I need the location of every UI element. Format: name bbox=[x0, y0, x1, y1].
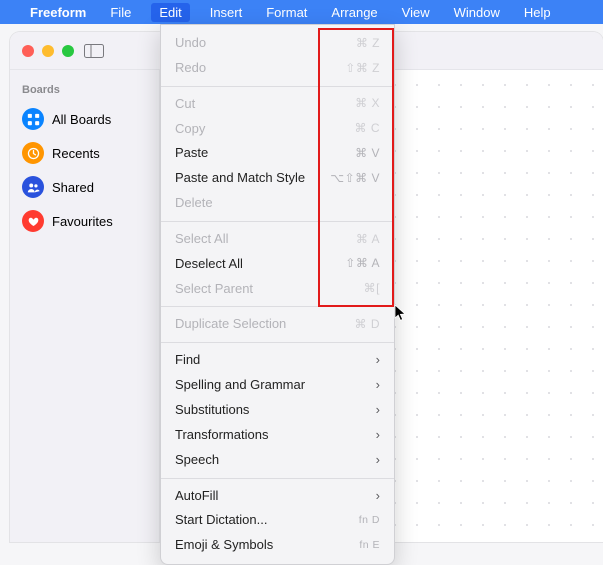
menu-item-paste[interactable]: Paste ⌘ V bbox=[161, 141, 394, 166]
chevron-right-icon: › bbox=[376, 451, 380, 470]
sidebar-item-recents[interactable]: Recents bbox=[18, 136, 151, 170]
menu-item-redo: Redo ⇧⌘ Z bbox=[161, 56, 394, 81]
sidebar-item-label: All Boards bbox=[52, 112, 111, 127]
menu-item-label: Duplicate Selection bbox=[175, 315, 286, 334]
menu-item-shortcut: ⇧⌘ A bbox=[345, 255, 380, 272]
sidebar-item-label: Favourites bbox=[52, 214, 113, 229]
chevron-right-icon: › bbox=[376, 351, 380, 370]
menu-item-autofill[interactable]: AutoFill › bbox=[161, 484, 394, 509]
sidebar: Boards All Boards Recents Shared Favouri… bbox=[10, 70, 160, 542]
menu-item-cut: Cut ⌘ X bbox=[161, 92, 394, 117]
menu-item-label: Transformations bbox=[175, 426, 268, 445]
menu-item-label: Deselect All bbox=[175, 255, 243, 274]
menu-item-duplicate-selection: Duplicate Selection ⌘ D bbox=[161, 312, 394, 337]
menu-item-shortcut: ⌘ X bbox=[355, 95, 380, 112]
menu-arrange[interactable]: Arrange bbox=[327, 3, 381, 22]
menu-item-undo: Undo ⌘ Z bbox=[161, 31, 394, 56]
menu-help[interactable]: Help bbox=[520, 3, 555, 22]
menu-item-label: Spelling and Grammar bbox=[175, 376, 305, 395]
menu-item-shortcut: ⌘ D bbox=[355, 316, 381, 333]
menu-item-substitutions[interactable]: Substitutions › bbox=[161, 398, 394, 423]
menu-item-label: Find bbox=[175, 351, 200, 370]
menu-item-label: Copy bbox=[175, 120, 205, 139]
sidebar-toggle-icon[interactable] bbox=[84, 44, 104, 58]
menu-item-label: Cut bbox=[175, 95, 195, 114]
menu-item-label: Substitutions bbox=[175, 401, 249, 420]
heart-icon bbox=[22, 210, 44, 232]
menu-item-shortcut: ⌘ A bbox=[356, 231, 380, 248]
menu-item-spelling-and-grammar[interactable]: Spelling and Grammar › bbox=[161, 373, 394, 398]
sidebar-item-label: Shared bbox=[52, 180, 94, 195]
sidebar-item-favourites[interactable]: Favourites bbox=[18, 204, 151, 238]
menu-item-select-parent: Select Parent ⌘[ bbox=[161, 277, 394, 302]
menu-item-label: Select Parent bbox=[175, 280, 253, 299]
system-menubar: Freeform File Edit Insert Format Arrange… bbox=[0, 0, 603, 24]
mouse-cursor-icon bbox=[394, 304, 408, 322]
menu-item-shortcut: fn D bbox=[359, 513, 380, 528]
window-controls bbox=[22, 45, 74, 57]
grid-icon bbox=[22, 108, 44, 130]
menu-item-label: Start Dictation... bbox=[175, 511, 267, 530]
zoom-window-button[interactable] bbox=[62, 45, 74, 57]
minimize-window-button[interactable] bbox=[42, 45, 54, 57]
menu-item-find[interactable]: Find › bbox=[161, 348, 394, 373]
menu-item-shortcut: fn E bbox=[359, 538, 380, 553]
menu-item-shortcut: ⇧⌘ Z bbox=[345, 60, 380, 77]
menu-item-label: Paste and Match Style bbox=[175, 169, 305, 188]
menu-separator bbox=[161, 306, 394, 307]
menu-item-paste-and-match-style[interactable]: Paste and Match Style ⌥⇧⌘ V bbox=[161, 166, 394, 191]
menu-item-emoji-symbols[interactable]: Emoji & Symbols fn E bbox=[161, 533, 394, 558]
sidebar-heading: Boards bbox=[22, 84, 147, 96]
menu-separator bbox=[161, 478, 394, 479]
people-icon bbox=[22, 176, 44, 198]
menu-item-label: Select All bbox=[175, 230, 228, 249]
menu-item-speech[interactable]: Speech › bbox=[161, 448, 394, 473]
menu-item-start-dictation[interactable]: Start Dictation... fn D bbox=[161, 508, 394, 533]
sidebar-item-label: Recents bbox=[52, 146, 100, 161]
close-window-button[interactable] bbox=[22, 45, 34, 57]
edit-menu-dropdown: Undo⌘ ZRedo⇧⌘ ZCut⌘ XCopy⌘ CPaste⌘ VPast… bbox=[160, 24, 395, 565]
menu-item-label: Emoji & Symbols bbox=[175, 536, 273, 555]
menu-item-shortcut: ⌘[ bbox=[364, 280, 380, 297]
chevron-right-icon: › bbox=[376, 401, 380, 420]
menu-item-label: Speech bbox=[175, 451, 219, 470]
menu-file[interactable]: File bbox=[106, 3, 135, 22]
menu-view[interactable]: View bbox=[398, 3, 434, 22]
app-name[interactable]: Freeform bbox=[26, 3, 90, 22]
menu-separator bbox=[161, 86, 394, 87]
menu-item-transformations[interactable]: Transformations › bbox=[161, 423, 394, 448]
menu-item-label: AutoFill bbox=[175, 487, 218, 506]
menu-item-copy: Copy ⌘ C bbox=[161, 117, 394, 142]
chevron-right-icon: › bbox=[376, 376, 380, 395]
menu-item-label: Delete bbox=[175, 194, 213, 213]
menu-item-label: Paste bbox=[175, 144, 208, 163]
menu-item-deselect-all[interactable]: Deselect All ⇧⌘ A bbox=[161, 252, 394, 277]
menu-item-shortcut: ⌘ C bbox=[355, 120, 381, 137]
menu-insert[interactable]: Insert bbox=[206, 3, 247, 22]
menu-item-label: Undo bbox=[175, 34, 206, 53]
sidebar-item-all-boards[interactable]: All Boards bbox=[18, 102, 151, 136]
menu-window[interactable]: Window bbox=[450, 3, 504, 22]
menu-item-delete: Delete bbox=[161, 191, 394, 216]
menu-item-label: Redo bbox=[175, 59, 206, 78]
menu-format[interactable]: Format bbox=[262, 3, 311, 22]
menu-separator bbox=[161, 221, 394, 222]
clock-icon bbox=[22, 142, 44, 164]
menu-item-shortcut: ⌘ Z bbox=[356, 35, 380, 52]
chevron-right-icon: › bbox=[376, 487, 380, 506]
menu-item-shortcut: ⌥⇧⌘ V bbox=[330, 170, 380, 187]
chevron-right-icon: › bbox=[376, 426, 380, 445]
menu-edit[interactable]: Edit bbox=[151, 3, 189, 22]
sidebar-item-shared[interactable]: Shared bbox=[18, 170, 151, 204]
menu-item-select-all: Select All ⌘ A bbox=[161, 227, 394, 252]
menu-separator bbox=[161, 342, 394, 343]
menu-item-shortcut: ⌘ V bbox=[355, 145, 380, 162]
